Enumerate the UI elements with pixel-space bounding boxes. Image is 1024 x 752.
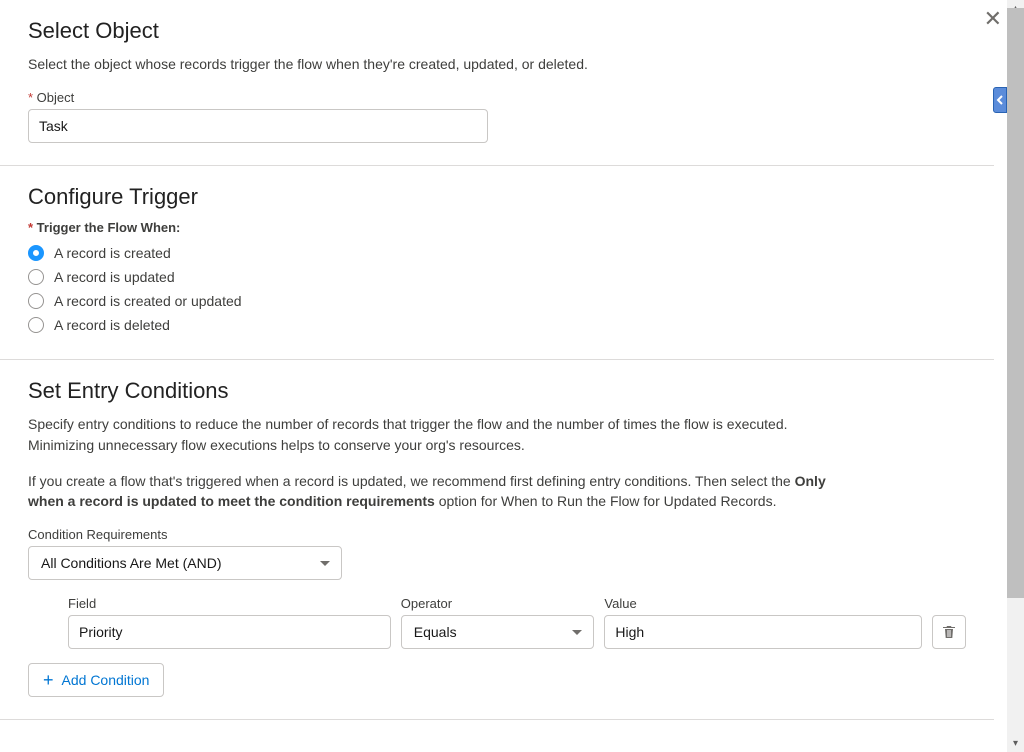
condition-row: Field Operator Equals Value <box>28 596 966 649</box>
trigger-when-label: Trigger the Flow When: <box>28 220 966 235</box>
divider <box>0 719 994 720</box>
condition-requirements-select[interactable]: All Conditions Are Met (AND) <box>28 546 342 580</box>
delete-condition-button[interactable] <box>932 615 966 649</box>
radio-dot-icon <box>28 269 44 285</box>
helper2-part2: option for When to Run the Flow for Upda… <box>439 493 777 509</box>
cond-operator-select[interactable]: Equals <box>401 615 595 649</box>
configure-trigger-heading: Configure Trigger <box>28 184 966 210</box>
entry-conditions-helper1: Specify entry conditions to reduce the n… <box>28 414 828 455</box>
section-entry-conditions: Set Entry Conditions Specify entry condi… <box>0 360 994 719</box>
configure-start-panel: Select Object Select the object whose re… <box>0 0 994 752</box>
side-tab-handle[interactable] <box>993 87 1007 113</box>
radio-dot-icon <box>28 293 44 309</box>
entry-conditions-helper2: If you create a flow that's triggered wh… <box>28 471 828 512</box>
radio-record-created-or-updated[interactable]: A record is created or updated <box>28 289 966 313</box>
helper2-part1: If you create a flow that's triggered wh… <box>28 473 795 489</box>
cond-operator-value: Equals <box>414 624 457 640</box>
radio-dot-icon <box>28 317 44 333</box>
entry-conditions-heading: Set Entry Conditions <box>28 378 966 404</box>
cond-field-input[interactable] <box>68 615 391 649</box>
radio-record-created[interactable]: A record is created <box>28 241 966 265</box>
object-label: Object <box>28 90 966 105</box>
scrollbar-track[interactable]: ▴ ▾ <box>1007 0 1024 752</box>
select-object-heading: Select Object <box>28 18 966 44</box>
trash-icon <box>942 625 956 639</box>
scrollbar-thumb[interactable] <box>1007 8 1024 598</box>
select-object-helper: Select the object whose records trigger … <box>28 54 828 74</box>
radio-record-updated[interactable]: A record is updated <box>28 265 966 289</box>
radio-dot-icon <box>28 245 44 261</box>
radio-label: A record is created <box>54 245 171 261</box>
cond-value-label: Value <box>604 596 922 611</box>
radio-label: A record is deleted <box>54 317 170 333</box>
plus-icon: + <box>43 671 54 689</box>
object-input[interactable] <box>28 109 488 143</box>
add-condition-button[interactable]: + Add Condition <box>28 663 164 697</box>
cond-operator-label: Operator <box>401 596 595 611</box>
radio-label: A record is updated <box>54 269 175 285</box>
cond-value-input[interactable] <box>604 615 922 649</box>
trigger-radio-group: A record is created A record is updated … <box>28 241 966 337</box>
section-select-object: Select Object Select the object whose re… <box>0 0 994 165</box>
scroll-down-arrow[interactable]: ▾ <box>1007 735 1024 752</box>
chevron-down-icon <box>571 624 583 640</box>
radio-label: A record is created or updated <box>54 293 242 309</box>
condition-requirements-label: Condition Requirements <box>28 527 966 542</box>
chevron-down-icon <box>319 555 331 571</box>
section-configure-trigger: Configure Trigger Trigger the Flow When:… <box>0 166 994 359</box>
add-condition-label: Add Condition <box>62 672 150 688</box>
condition-requirements-value: All Conditions Are Met (AND) <box>41 555 222 571</box>
cond-field-label: Field <box>68 596 391 611</box>
radio-record-deleted[interactable]: A record is deleted <box>28 313 966 337</box>
